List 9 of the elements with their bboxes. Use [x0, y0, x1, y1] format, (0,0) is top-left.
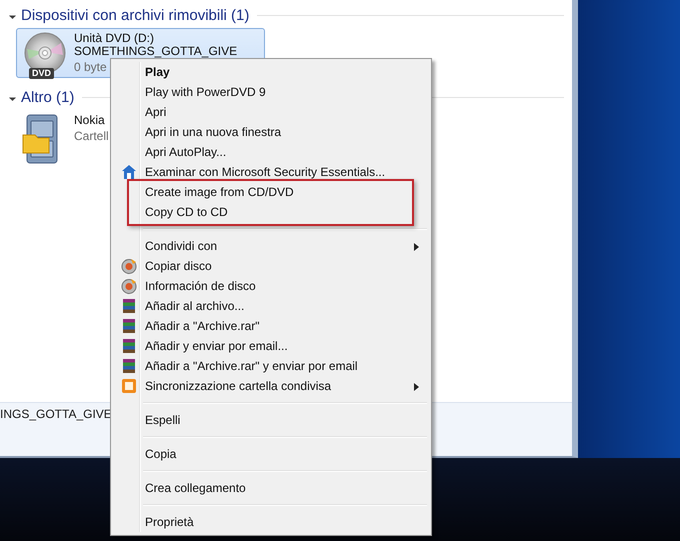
item-detail: 0 byte	[74, 61, 107, 74]
group-header: Altro (1)	[21, 88, 74, 106]
item-name: Nokia	[74, 114, 105, 127]
item-name: Unità DVD (D:)	[74, 32, 154, 45]
group-header: Dispositivi con archivi rimovibili (1)	[21, 6, 250, 24]
item-detail: Cartell	[74, 130, 109, 143]
drive-label-text: INGS_GOTTA_GIVE	[0, 407, 112, 421]
dvd-label: DVD	[29, 68, 54, 79]
item-detail: SOMETHINGS_GOTTA_GIVE	[74, 45, 238, 58]
